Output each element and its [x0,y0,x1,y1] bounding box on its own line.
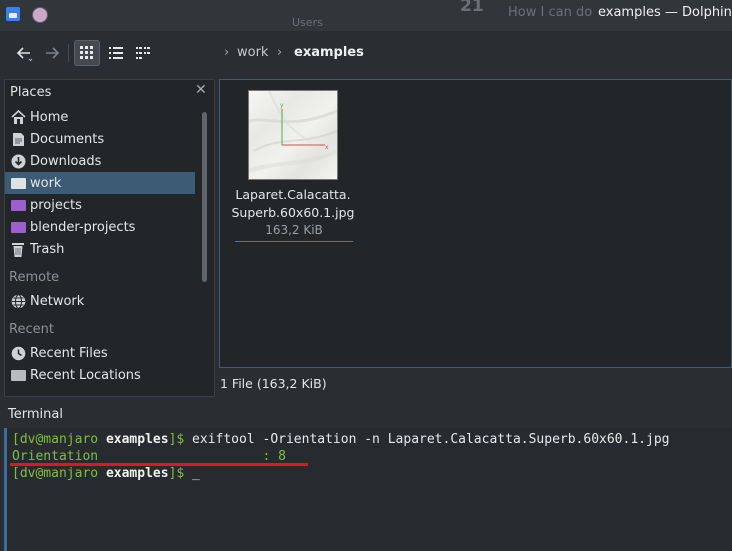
places-item-label: Downloads [30,153,102,169]
recent-files-icon [10,345,26,361]
prompt-user-host: dv@manjaro [19,466,99,481]
terminal-panel-title: Terminal [8,407,63,422]
background-question-text: How I can do [508,5,593,20]
places-item-downloads[interactable]: Downloads [5,150,195,172]
prompt-bracket: [ [12,432,20,447]
terminal-prompt-line: [dv@manjaro examples]$ _ [12,466,200,481]
documents-icon [10,131,26,147]
places-item-label: blender-projects [30,219,136,235]
purple-folder-icon [10,219,26,235]
prompt-bracket: [ [12,466,20,481]
file-size: 163,2 KiB [265,223,323,237]
window-title: examples — Dolphin [598,5,732,20]
places-item-label: Recent Locations [30,367,141,383]
file-name-line-1: Laparet.Calacatta. [235,187,351,202]
purple-folder-icon [10,197,26,213]
icons-view-button[interactable] [74,40,100,66]
places-item-label: Recent Files [30,345,108,361]
file-name[interactable]: Laparet.Calacatta. Superb.60x60.1.jpg [230,186,356,222]
network-icon [10,293,26,309]
thumbnail-axis-x: x [325,144,329,151]
places-item-label: projects [30,197,82,213]
places-item-network[interactable]: Network [5,290,195,312]
places-section-remote: Remote [9,270,60,285]
details-view-button[interactable] [104,41,128,65]
places-item-label: Documents [30,131,105,147]
places-item-recent-files[interactable]: Recent Files [5,342,195,364]
places-item-projects[interactable]: projects [5,194,195,216]
places-item-home[interactable]: Home [5,106,195,128]
file-selection-underline [235,241,353,242]
arrow-left-icon [16,47,33,62]
terminal-output-line: Orientation : 8 [12,449,286,464]
places-item-label: Home [30,109,69,125]
chevron-right-icon: › [224,45,230,60]
file-view[interactable]: y x Laparet.Calacatta. Superb.60x60.1.jp… [219,79,732,368]
compact-view-button[interactable] [131,41,155,65]
thumbnail-axis-y: y [280,102,284,109]
places-item-recent-locations[interactable]: Recent Locations [5,364,195,386]
background-vote-count: 21 [460,0,484,16]
arrow-right-icon [46,47,60,59]
breadcrumb-examples[interactable]: examples [294,45,364,60]
keep-above-button[interactable] [32,7,48,23]
terminal-panel[interactable]: [dv@manjaro examples]$ exiftool -Orienta… [4,428,732,551]
places-header: Places [10,85,52,100]
places-panel: Places ✕ Home Documents Downloads work p… [4,79,215,397]
status-bar-text: 1 File (163,2 KiB) [220,376,327,391]
trash-icon [10,241,26,257]
forward-button[interactable] [40,41,64,65]
downloads-icon [10,153,26,169]
places-section-recent: Recent [9,322,54,337]
places-item-work[interactable]: work [5,172,195,194]
home-icon [10,109,26,125]
terminal-command: exiftool -Orientation -n Laparet.Calacat… [192,432,670,447]
terminal-cursor: _ [192,466,200,481]
file-name-line-2: Superb.60x60.1.jpg [231,205,355,220]
background-users-text: Users [292,16,323,29]
file-thumbnail[interactable]: y x [248,90,338,180]
places-item-blender-projects[interactable]: blender-projects [5,216,195,238]
back-button[interactable] [12,41,36,65]
places-scrollbar[interactable] [202,112,207,282]
folder-icon [10,175,26,191]
toolbar: › work › examples [0,31,732,77]
close-icon[interactable]: ✕ [195,82,207,98]
prompt-symbol: ]$ [168,466,185,481]
places-item-trash[interactable]: Trash [5,238,195,260]
places-item-documents[interactable]: Documents [5,128,195,150]
marble-texture-image: y x [249,91,337,173]
grid-view-icon [80,46,93,59]
terminal-command-line: [dv@manjaro examples]$ exiftool -Orienta… [12,432,669,447]
places-item-label: Trash [30,241,65,257]
chevron-right-icon: › [277,45,283,60]
places-item-label: Network [30,293,85,309]
prompt-cwd: examples [105,466,169,481]
places-item-label: work [30,175,62,191]
prompt-symbol: ]$ [168,432,185,447]
compact-view-icon [136,47,150,59]
dolphin-app-icon[interactable] [6,7,20,21]
toolbar-separator [68,44,69,62]
red-highlight-underline [10,463,308,466]
list-view-icon [109,47,123,59]
prompt-user-host: dv@manjaro [19,432,99,447]
breadcrumb-work[interactable]: work [237,45,268,60]
prompt-cwd: examples [105,432,169,447]
recent-locations-icon [10,367,26,383]
